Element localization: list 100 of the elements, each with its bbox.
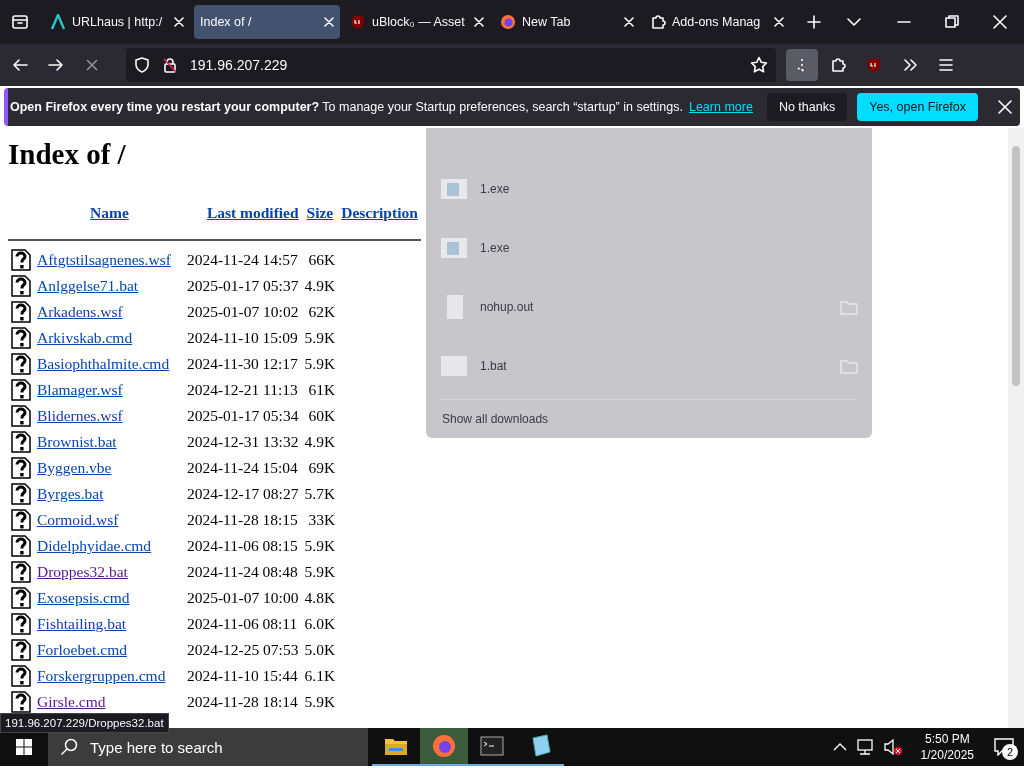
size-cell-text: 5.7K xyxy=(303,484,337,504)
learn-more-link[interactable]: Learn more xyxy=(688,100,753,114)
plus-icon xyxy=(807,15,821,29)
file-link[interactable]: Girsle.cmd xyxy=(37,693,106,710)
file-link[interactable]: Blamager.wsf xyxy=(37,381,123,398)
column-header-link[interactable]: Description xyxy=(341,204,418,221)
modified-cell-text: 2025-01-07 10:02 xyxy=(185,302,300,322)
browser-tab[interactable]: uBlock₀ — Asset xyxy=(344,5,490,39)
browser-tab[interactable]: New Tab xyxy=(494,5,640,39)
download-filename[interactable]: 1.bat xyxy=(480,358,828,373)
modified-cell-text: 2024-11-06 08:11 xyxy=(185,614,299,634)
file-link[interactable]: Forloebet.cmd xyxy=(37,641,127,658)
file-link[interactable]: Droppes32.bat xyxy=(37,563,128,580)
unknown-file-icon xyxy=(11,431,31,453)
primary-button[interactable]: Yes, open Firefox xyxy=(857,93,978,121)
modified-cell-text: 2024-12-31 13:32 xyxy=(185,432,300,452)
window-icon xyxy=(440,236,468,261)
browser-tab[interactable]: Index of / xyxy=(194,5,340,39)
unknown-file-icon xyxy=(11,405,31,427)
close-icon[interactable] xyxy=(998,100,1012,114)
show-all-downloads-link[interactable]: Show all downloads xyxy=(440,399,858,438)
unknown-file-icon xyxy=(11,561,31,583)
modified-cell-text: 2024-11-24 15:04 xyxy=(185,458,299,478)
file-link[interactable]: Fishtailing.bat xyxy=(37,615,127,632)
unknown-file-icon xyxy=(11,327,31,349)
unknown-file-icon xyxy=(11,301,31,323)
terminal-icon xyxy=(480,736,504,756)
close-icon[interactable] xyxy=(624,17,634,27)
notification-count: 2 xyxy=(1002,744,1018,760)
file-link[interactable]: Byggen.vbe xyxy=(37,459,112,476)
modified-cell-text: 2024-11-30 12:17 xyxy=(185,354,299,374)
unknown-file-icon xyxy=(11,275,31,297)
star-icon[interactable] xyxy=(750,56,768,74)
size-cell-text: 62K xyxy=(307,302,337,322)
close-icon[interactable] xyxy=(474,17,484,27)
download-filename[interactable]: 1.exe xyxy=(480,182,858,197)
scrollbar-thumb[interactable] xyxy=(1012,146,1020,386)
browser-tab[interactable]: URLhaus | http:/ xyxy=(44,5,190,39)
file-link[interactable]: Cormoid.wsf xyxy=(37,511,119,528)
clock[interactable]: 5:50 PM 1/20/2025 xyxy=(910,731,984,763)
unknown-file-icon xyxy=(11,353,31,375)
file-link[interactable]: Anlggelse71.bat xyxy=(37,277,139,294)
close-icon[interactable] xyxy=(174,17,184,27)
shield-icon xyxy=(350,14,366,30)
modified-cell-text: 2025-01-17 05:34 xyxy=(185,406,300,426)
file-link[interactable]: Didelphyidae.cmd xyxy=(37,537,152,554)
clock-date: 1/20/2025 xyxy=(920,747,974,763)
column-header-link[interactable]: Name xyxy=(90,204,129,221)
logo-icon xyxy=(50,14,66,30)
search-placeholder: Type here to search xyxy=(90,738,223,756)
browser-tab[interactable]: Add-ons Manag xyxy=(644,5,790,39)
unknown-file-icon xyxy=(11,639,31,661)
close-icon[interactable] xyxy=(324,17,334,27)
menu-icon xyxy=(938,57,954,73)
column-header-link[interactable]: Size xyxy=(306,204,334,221)
size-cell-text: 5.9K xyxy=(303,692,337,712)
taskbar-search[interactable]: Type here to search xyxy=(48,728,368,766)
unknown-file-icon xyxy=(11,613,31,635)
notification-center-button[interactable]: 2 xyxy=(984,728,1024,766)
file-link[interactable]: Aftgtstilsagnenes.wsf xyxy=(37,251,171,268)
size-cell-text: 4.8K xyxy=(303,588,337,608)
download-filename[interactable]: nohup.out xyxy=(480,299,828,314)
file-link[interactable]: Arkadens.wsf xyxy=(37,303,123,320)
size-cell-text: 33K xyxy=(307,510,337,530)
download-filename[interactable]: 1.exe xyxy=(480,241,858,256)
unknown-file-icon xyxy=(11,249,31,271)
file-link[interactable]: Arkivskab.cmd xyxy=(37,329,133,346)
unknown-file-icon xyxy=(11,691,31,713)
clock-time: 5:50 PM xyxy=(923,731,971,747)
modified-cell-text: 2024-12-21 11:13 xyxy=(185,380,299,400)
shield-icon[interactable] xyxy=(134,57,150,73)
shield-icon xyxy=(866,57,882,73)
close-icon[interactable] xyxy=(774,17,784,27)
modified-cell-text: 2024-11-10 15:09 xyxy=(185,328,299,348)
unknown-file-icon xyxy=(11,535,31,557)
file-link[interactable]: Brownist.bat xyxy=(37,433,117,450)
file-link[interactable]: Exosepsis.cmd xyxy=(37,589,130,606)
column-header-link[interactable]: Last modified xyxy=(206,204,299,221)
file-link[interactable]: Byrges.bat xyxy=(37,485,104,502)
modified-cell-text: 2024-11-24 14:57 xyxy=(185,250,299,270)
url-text: 191.96.207.229 xyxy=(190,57,289,73)
forward-arrow-icon xyxy=(48,57,64,73)
size-cell-text: 5.0K xyxy=(303,640,337,660)
address-bar[interactable]: 191.96.207.229 xyxy=(126,48,776,82)
network-icon[interactable] xyxy=(854,738,875,756)
file-link[interactable]: Forskergruppen.cmd xyxy=(37,667,166,684)
file-link[interactable]: Basiophthalmite.cmd xyxy=(37,355,170,372)
dismiss-button[interactable]: No thanks xyxy=(766,93,848,121)
size-cell-text: 4.9K xyxy=(303,432,337,452)
modified-cell-text: 2024-11-10 15:44 xyxy=(185,666,299,686)
speaker-muted-icon[interactable] xyxy=(882,738,903,756)
file-link[interactable]: Blidernes.wsf xyxy=(37,407,123,424)
size-cell-text: 69K xyxy=(307,458,337,478)
lock-slash-icon[interactable] xyxy=(162,57,178,73)
browser-logo-icon xyxy=(500,14,516,30)
modified-cell-text: 2024-11-28 18:14 xyxy=(185,692,299,712)
browser-logo-icon xyxy=(432,734,456,758)
chevron-up-icon[interactable] xyxy=(832,743,847,751)
message-icon xyxy=(994,738,1014,756)
notification-message: Open Firefox every time you restart your computer? To manage your Startup preferences, search “startup” in settings. xyxy=(9,100,683,114)
